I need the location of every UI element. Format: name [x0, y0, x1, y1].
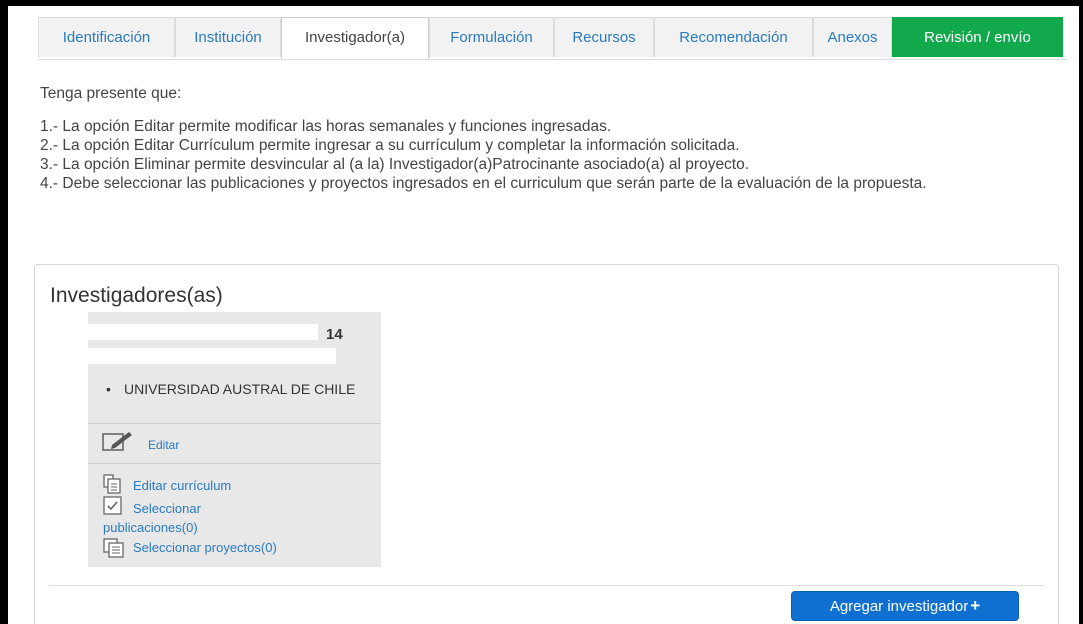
bullet-icon: •	[106, 381, 111, 397]
tab-identificacion[interactable]: Identificación	[38, 17, 175, 57]
divider	[49, 585, 1044, 586]
redacted-detail	[88, 348, 336, 364]
note-item: 2.- La opción Editar Currículum permite …	[40, 137, 740, 154]
tab-investigador[interactable]: Investigador(a)	[281, 17, 429, 59]
page: Identificación Institución Investigador(…	[8, 6, 1079, 624]
tab-anexos[interactable]: Anexos	[813, 17, 892, 57]
redacted-name	[88, 324, 318, 340]
edit-link[interactable]: Editar	[148, 438, 179, 452]
panel-title: Investigadores(as)	[50, 284, 223, 307]
select-publications-link[interactable]: Seleccionar publicaciones(0)	[103, 499, 273, 537]
investigators-panel: Investigadores(as) 14 • UNIVERSIDAD AUST…	[34, 264, 1059, 624]
tab-formulacion[interactable]: Formulación	[429, 17, 554, 57]
note-item: 1.- La opción Editar permite modificar l…	[40, 118, 612, 135]
notes-list: 1.- La opción Editar permite modificar l…	[40, 117, 1060, 193]
edit-icon[interactable]	[102, 430, 134, 457]
add-investigator-label: Agregar investigador	[829, 598, 969, 615]
plus-icon: +	[970, 596, 981, 615]
tab-bar: Identificación Institución Investigador(…	[38, 17, 1067, 60]
tab-recomendacion[interactable]: Recomendación	[654, 17, 813, 57]
select-projects-link[interactable]: Seleccionar proyectos(0)	[133, 540, 277, 555]
tab-institucion[interactable]: Institución	[175, 17, 281, 57]
add-investigator-button[interactable]: Agregar investigador +	[791, 591, 1019, 621]
note-item: 4.- Debe seleccionar las publicaciones y…	[40, 175, 927, 192]
divider	[88, 423, 381, 424]
note-item: 3.- La opción Eliminar permite desvincul…	[40, 156, 750, 173]
divider	[88, 463, 381, 464]
copy-icon	[103, 538, 125, 563]
investigator-card: 14 • UNIVERSIDAD AUSTRAL DE CHILE Editar	[88, 312, 381, 567]
intro-text: Tenga presente que:	[40, 85, 182, 102]
tab-recursos[interactable]: Recursos	[554, 17, 654, 57]
card-id-suffix: 14	[326, 326, 343, 343]
institution-item: • UNIVERSIDAD AUSTRAL DE CHILE	[106, 380, 366, 399]
tab-revision-envio[interactable]: Revisión / envío	[892, 17, 1063, 57]
institution-name: UNIVERSIDAD AUSTRAL DE CHILE	[124, 381, 356, 397]
edit-cv-link[interactable]: Editar currículum	[133, 478, 231, 493]
